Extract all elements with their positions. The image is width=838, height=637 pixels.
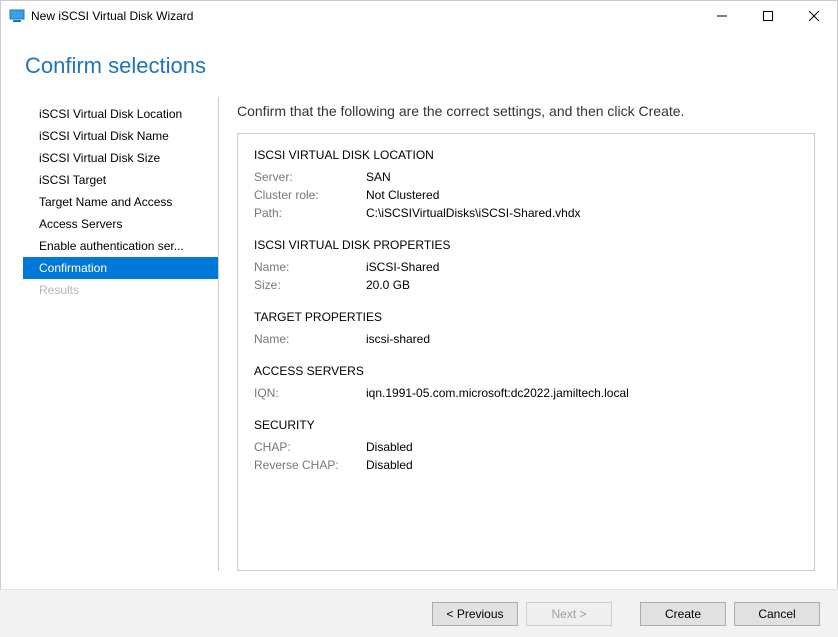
row-target-name: Name: iscsi-shared [254,330,798,348]
close-button[interactable] [791,1,837,31]
section-title-access: ACCESS SERVERS [254,364,798,378]
next-button: Next > [526,602,612,626]
section-title-target: TARGET PROPERTIES [254,310,798,324]
wizard-header: Confirm selections [1,31,837,89]
wizard-nav: iSCSI Virtual Disk Location iSCSI Virtua… [23,97,219,571]
section-location: ISCSI VIRTUAL DISK LOCATION Server: SAN … [254,148,798,222]
label-chap: CHAP: [254,440,366,454]
row-disk-name: Name: iSCSI-Shared [254,258,798,276]
nav-step-size[interactable]: iSCSI Virtual Disk Size [23,147,218,169]
value-iqn: iqn.1991-05.com.microsoft:dc2022.jamilte… [366,386,629,400]
wizard-footer: < Previous Next > Create Cancel [0,589,838,637]
row-path: Path: C:\iSCSIVirtualDisks\iSCSI-Shared.… [254,204,798,222]
value-chap: Disabled [366,440,413,454]
value-cluster-role: Not Clustered [366,188,439,202]
nav-step-results: Results [23,279,218,301]
row-reverse-chap: Reverse CHAP: Disabled [254,456,798,474]
nav-step-name[interactable]: iSCSI Virtual Disk Name [23,125,218,147]
row-cluster-role: Cluster role: Not Clustered [254,186,798,204]
nav-step-target-name[interactable]: Target Name and Access [23,191,218,213]
label-disk-name: Name: [254,260,366,274]
maximize-button[interactable] [745,1,791,31]
nav-step-target[interactable]: iSCSI Target [23,169,218,191]
label-cluster-role: Cluster role: [254,188,366,202]
instruction-text: Confirm that the following are the corre… [237,103,815,119]
create-button[interactable]: Create [640,602,726,626]
minimize-button[interactable] [699,1,745,31]
row-disk-size: Size: 20.0 GB [254,276,798,294]
label-server: Server: [254,170,366,184]
value-target-name: iscsi-shared [366,332,430,346]
value-server: SAN [366,170,391,184]
label-disk-size: Size: [254,278,366,292]
page-title: Confirm selections [25,53,813,79]
nav-step-location[interactable]: iSCSI Virtual Disk Location [23,103,218,125]
previous-button[interactable]: < Previous [432,602,518,626]
cancel-button[interactable]: Cancel [734,602,820,626]
label-iqn: IQN: [254,386,366,400]
nav-step-confirmation[interactable]: Confirmation [23,257,218,279]
value-disk-size: 20.0 GB [366,278,410,292]
section-title-properties: ISCSI VIRTUAL DISK PROPERTIES [254,238,798,252]
titlebar: New iSCSI Virtual Disk Wizard [1,1,837,31]
row-chap: CHAP: Disabled [254,438,798,456]
window-title: New iSCSI Virtual Disk Wizard [31,9,193,23]
label-path: Path: [254,206,366,220]
app-icon [9,8,25,24]
section-title-location: ISCSI VIRTUAL DISK LOCATION [254,148,798,162]
section-title-security: SECURITY [254,418,798,432]
section-access-servers: ACCESS SERVERS IQN: iqn.1991-05.com.micr… [254,364,798,402]
nav-step-access-servers[interactable]: Access Servers [23,213,218,235]
section-properties: ISCSI VIRTUAL DISK PROPERTIES Name: iSCS… [254,238,798,294]
value-disk-name: iSCSI-Shared [366,260,439,274]
label-target-name: Name: [254,332,366,346]
value-path: C:\iSCSIVirtualDisks\iSCSI-Shared.vhdx [366,206,581,220]
row-server: Server: SAN [254,168,798,186]
summary-panel: ISCSI VIRTUAL DISK LOCATION Server: SAN … [237,133,815,571]
window-buttons [699,1,837,31]
value-reverse-chap: Disabled [366,458,413,472]
wizard-body: iSCSI Virtual Disk Location iSCSI Virtua… [1,89,837,571]
wizard-content: Confirm that the following are the corre… [219,97,815,571]
row-iqn: IQN: iqn.1991-05.com.microsoft:dc2022.ja… [254,384,798,402]
label-reverse-chap: Reverse CHAP: [254,458,366,472]
nav-step-auth[interactable]: Enable authentication ser... [23,235,218,257]
section-security: SECURITY CHAP: Disabled Reverse CHAP: Di… [254,418,798,474]
section-target: TARGET PROPERTIES Name: iscsi-shared [254,310,798,348]
